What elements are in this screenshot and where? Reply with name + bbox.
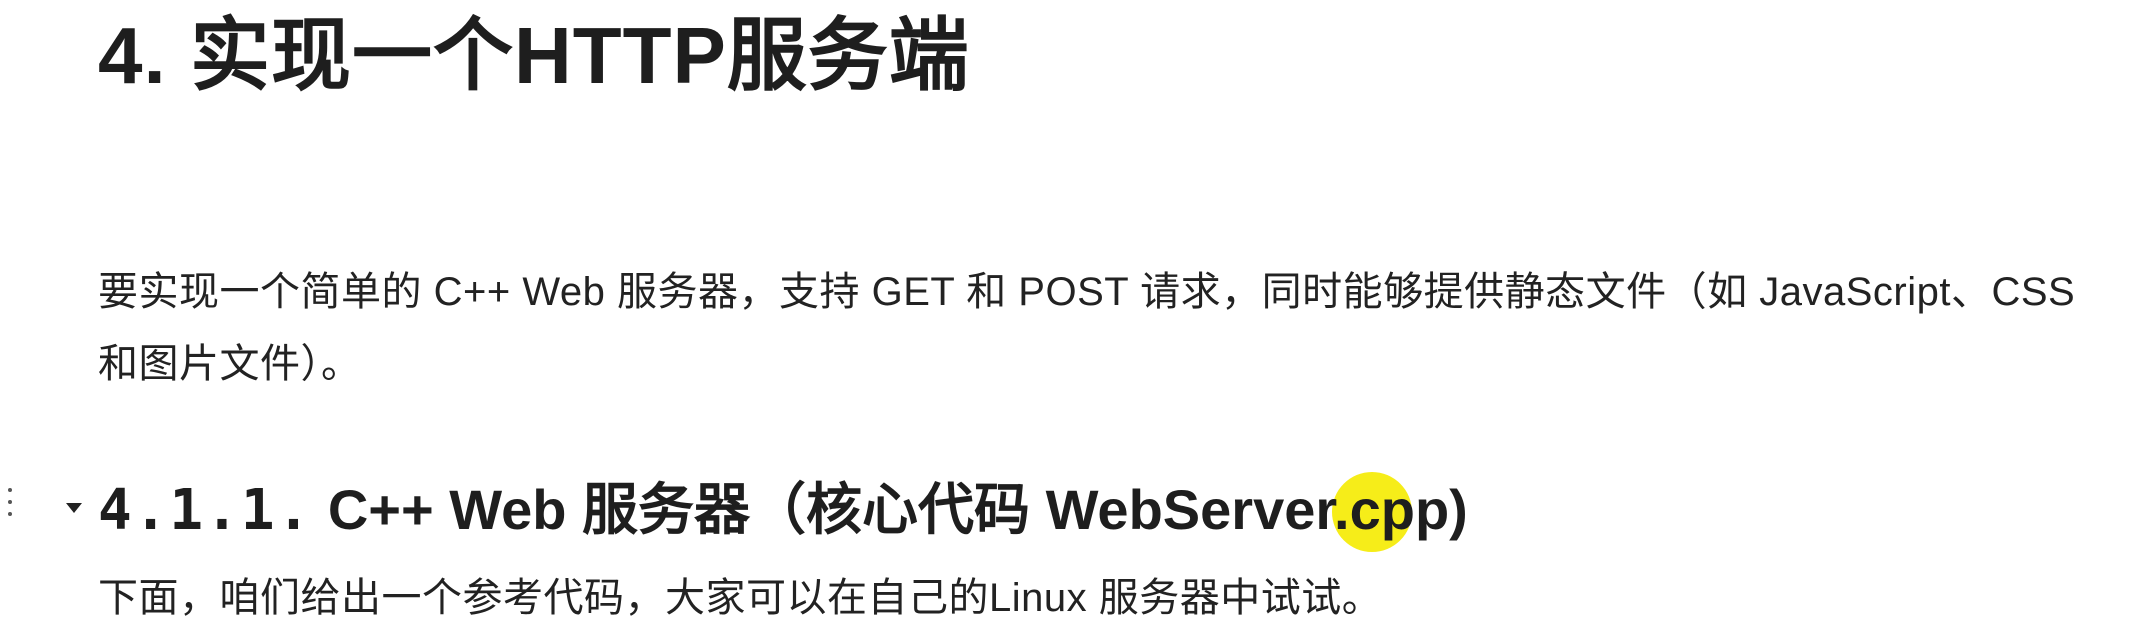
drag-handle-icon[interactable] bbox=[4, 488, 18, 532]
section-title: C++ Web 服务器（核心代码 WebServer.cpp) bbox=[327, 478, 1468, 541]
section-heading: 4.1.1. C++ Web 服务器（核心代码 WebServer.cpp) bbox=[98, 470, 2140, 551]
page-title: 4. 实现一个HTTP服务端 bbox=[98, 11, 970, 100]
intro-paragraph: 要实现一个简单的 C++ Web 服务器，支持 GET 和 POST 请求，同时… bbox=[98, 270, 2076, 386]
reference-paragraph: 下面，咱们给出一个参考代码，大家可以在自己的Linux 服务器中试试。 bbox=[98, 576, 1383, 620]
section-heading-row: 4.1.1. C++ Web 服务器（核心代码 WebServer.cpp) bbox=[0, 470, 2140, 550]
section-number: 4.1.1. bbox=[98, 478, 313, 543]
document-page: 4. 实现一个HTTP服务端 要实现一个简单的 C++ Web 服务器，支持 G… bbox=[0, 0, 2140, 620]
caret-down-icon[interactable] bbox=[62, 496, 86, 520]
